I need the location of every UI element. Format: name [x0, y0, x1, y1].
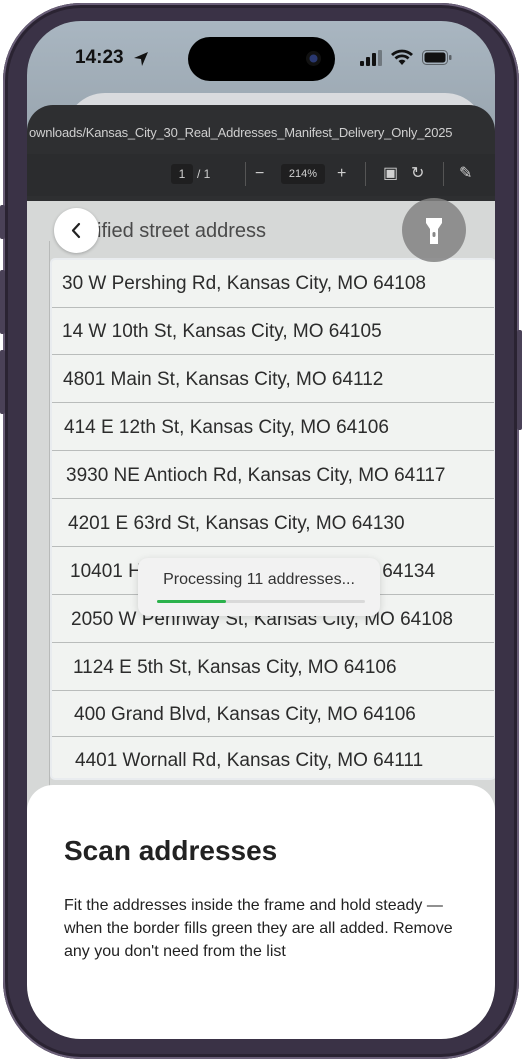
address-text: 1124 E 5th St, Kansas City, MO 64106 [73, 657, 397, 678]
address-text: 4201 E 63rd St, Kansas City, MO 64130 [68, 513, 405, 534]
processing-toast: Processing 11 addresses... [138, 558, 380, 616]
zoom-out-icon: − [255, 165, 265, 182]
address-text: 400 Grand Blvd, Kansas City, MO 64106 [74, 704, 416, 725]
table-index-column [27, 241, 50, 801]
address-text: 4801 Main St, Kansas City, MO 64112 [63, 369, 384, 390]
pdf-toolbar: 1 / 1 − 214% + ▣ ↻ ✎ [27, 154, 495, 196]
address-row: 30 W Pershing Rd, Kansas City, MO 64108 [52, 260, 494, 307]
back-button[interactable] [54, 208, 99, 253]
address-text: 4401 Wornall Rd, Kansas City, MO 64111 [75, 750, 424, 771]
address-row: 14 W 10th St, Kansas City, MO 64105 [52, 307, 494, 355]
address-text: 414 E 12th St, Kansas City, MO 64106 [64, 417, 389, 438]
dynamic-island [188, 37, 335, 81]
page-total: / 1 [197, 167, 211, 181]
address-row: 400 Grand Blvd, Kansas City, MO 64106 [52, 690, 494, 737]
scan-frame: 30 W Pershing Rd, Kansas City, MO 64108 … [50, 258, 495, 780]
address-text: 30 W Pershing Rd, Kansas City, MO 64108 [62, 273, 426, 294]
column-header: ified street address [97, 220, 266, 242]
progress-fill [157, 600, 226, 603]
address-row: 3930 NE Antioch Rd, Kansas City, MO 6411… [52, 450, 494, 499]
volume-down-button [0, 350, 5, 414]
wifi-icon [391, 49, 413, 65]
fit-page-icon: ▣ [383, 165, 399, 182]
toolbar-divider [245, 162, 246, 186]
sheet-title: Scan addresses [64, 835, 278, 866]
pdf-file-path: ownloads/Kansas_City_30_Real_Addresses_M… [29, 125, 453, 140]
zoom-level: 214% [281, 164, 325, 184]
flashlight-button[interactable] [402, 198, 466, 262]
cellular-signal-icon [360, 50, 382, 66]
rotate-icon: ↻ [411, 165, 425, 182]
address-row: 4401 Wornall Rd, Kansas City, MO 64111 [52, 736, 494, 778]
toolbar-divider [443, 162, 444, 186]
address-row: 414 E 12th St, Kansas City, MO 64106 [52, 402, 494, 451]
location-arrow-icon [134, 52, 148, 66]
status-time: 14:23 [75, 47, 124, 68]
volume-up-button [0, 270, 5, 334]
progress-bar [157, 600, 365, 603]
page-number: 1 [171, 164, 193, 184]
draw-icon: ✎ [459, 165, 473, 182]
bottom-sheet: Scan addresses Fit the addresses inside … [27, 785, 495, 1039]
address-row: 4801 Main St, Kansas City, MO 64112 [52, 354, 494, 403]
silent-switch [0, 205, 5, 239]
address-text: 14 W 10th St, Kansas City, MO 64105 [62, 321, 382, 342]
status-bar: 14:23 [27, 21, 495, 96]
front-camera [306, 51, 321, 66]
address-row: 1124 E 5th St, Kansas City, MO 64106 [52, 642, 494, 691]
flashlight-icon [426, 218, 442, 244]
address-row: 4201 E 63rd St, Kansas City, MO 64130 [52, 498, 494, 547]
battery-icon [422, 50, 452, 65]
chevron-left-icon [71, 222, 81, 239]
zoom-in-icon: + [337, 165, 347, 182]
address-text: 3930 NE Antioch Rd, Kansas City, MO 6411… [66, 465, 446, 486]
toolbar-divider [365, 162, 366, 186]
processing-text: Processing 11 addresses... [163, 571, 355, 588]
power-button [517, 330, 522, 430]
sheet-description: Fit the addresses inside the frame and h… [64, 897, 453, 960]
screen: ownloads/Kansas_City_30_Real_Addresses_M… [27, 21, 495, 1039]
